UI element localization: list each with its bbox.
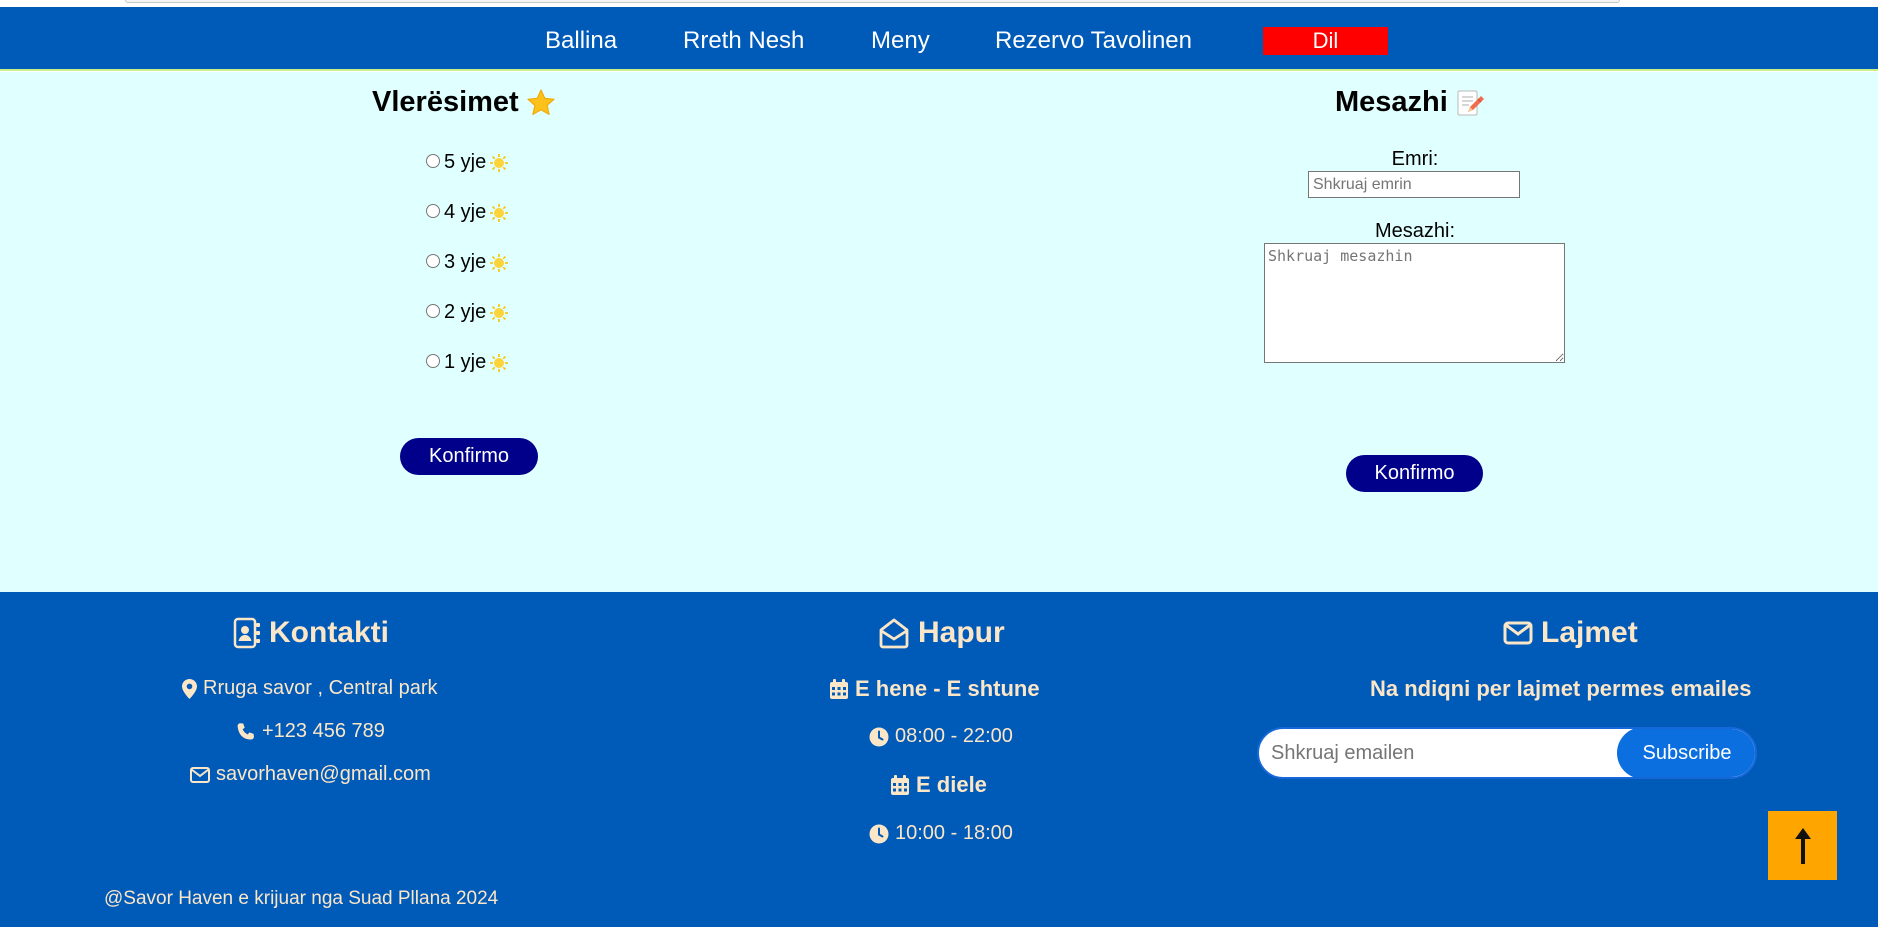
clock-icon	[869, 727, 889, 747]
clock-icon	[869, 824, 889, 844]
logout-button[interactable]: Dil	[1263, 27, 1388, 55]
name-input[interactable]	[1308, 171, 1520, 198]
rating-label-5: 5 yje	[444, 151, 487, 173]
hours-sunday-text: E diele	[916, 772, 987, 797]
ratings-title: Vlerësimet	[372, 86, 557, 119]
contact-phone: +123 456 789	[236, 720, 385, 743]
sun-icon	[489, 303, 509, 323]
contact-address-text: Rruga savor , Central park	[203, 677, 438, 699]
contact-address: Rruga savor , Central park	[182, 677, 438, 700]
rating-option-3[interactable]: 3 yje	[426, 251, 509, 274]
envelope-open-icon	[878, 617, 910, 649]
nav-link-reserve[interactable]: Rezervo Tavolinen	[995, 27, 1192, 55]
contact-title-text: Kontakti	[269, 616, 389, 649]
rating-option-5[interactable]: 5 yje	[426, 151, 509, 174]
location-pin-icon	[182, 678, 197, 699]
sun-icon	[489, 353, 509, 373]
rating-radio-2[interactable]	[426, 303, 440, 318]
rating-label-3: 3 yje	[444, 251, 487, 273]
news-tagline: Na ndiqni per lajmet permes emailes	[1370, 676, 1752, 701]
subscribe-form: Subscribe	[1257, 727, 1757, 779]
sun-icon	[489, 203, 509, 223]
news-title: Lajmet	[1503, 616, 1638, 650]
calendar-icon	[890, 774, 910, 796]
contact-title: Kontakti	[233, 616, 389, 650]
hours-sunday-time-text: 10:00 - 18:00	[895, 822, 1013, 844]
name-label: Emri:	[1391, 148, 1439, 170]
phone-icon	[236, 722, 256, 742]
contact-email: savorhaven@gmail.com	[190, 763, 431, 786]
scroll-edge	[125, 0, 1620, 3]
message-label: Mesazhi:	[1374, 220, 1456, 242]
memo-icon	[1454, 88, 1484, 118]
footer: Kontakti Rruga savor , Central park +123…	[0, 592, 1878, 927]
nav-link-menu[interactable]: Meny	[871, 27, 930, 55]
sun-icon	[489, 153, 509, 173]
rating-radio-1[interactable]	[426, 353, 440, 368]
rating-option-2[interactable]: 2 yje	[426, 301, 509, 324]
nav-link-home[interactable]: Ballina	[545, 27, 617, 55]
rating-label-1: 1 yje	[444, 351, 487, 373]
browser-top-strip	[0, 0, 1878, 7]
rating-radio-4[interactable]	[426, 203, 440, 218]
rating-label-2: 2 yje	[444, 301, 487, 323]
address-book-icon	[233, 617, 261, 649]
hours-weekdays-time: 08:00 - 22:00	[869, 725, 1013, 748]
rating-confirm-button[interactable]: Konfirmo	[400, 438, 538, 475]
rating-option-1[interactable]: 1 yje	[426, 351, 509, 374]
rating-radio-3[interactable]	[426, 253, 440, 268]
news-title-text: Lajmet	[1541, 616, 1638, 649]
main-content: Vlerësimet 5 yje 4 yje 3 yje 2 yje 1 yje…	[0, 72, 1878, 592]
rating-option-4[interactable]: 4 yje	[426, 201, 509, 224]
message-textarea[interactable]	[1264, 243, 1565, 363]
calendar-icon	[829, 678, 849, 700]
hours-sunday-time: 10:00 - 18:00	[869, 822, 1013, 845]
rating-radio-5[interactable]	[426, 153, 440, 168]
hours-weekdays: E hene - E shtune	[829, 676, 1040, 702]
contact-email-text: savorhaven@gmail.com	[216, 763, 431, 785]
hours-sunday: E diele	[890, 772, 987, 798]
star-icon	[525, 87, 557, 119]
navbar: Ballina Rreth Nesh Meny Rezervo Tavoline…	[0, 7, 1878, 71]
message-confirm-button[interactable]: Konfirmo	[1346, 455, 1483, 492]
back-to-top-button[interactable]	[1768, 811, 1837, 880]
copyright-text: @Savor Haven e krijuar nga Suad Pllana 2…	[104, 888, 499, 909]
hours-title: Hapur	[878, 616, 1005, 650]
subscribe-email-input[interactable]	[1271, 729, 1621, 777]
arrow-up-icon	[1792, 826, 1814, 866]
hours-title-text: Hapur	[918, 616, 1005, 649]
hours-weekdays-time-text: 08:00 - 22:00	[895, 725, 1013, 747]
message-title-text: Mesazhi	[1335, 86, 1448, 118]
nav-link-about[interactable]: Rreth Nesh	[683, 27, 804, 55]
sun-icon	[489, 253, 509, 273]
hours-weekdays-text: E hene - E shtune	[855, 676, 1040, 701]
ratings-title-text: Vlerësimet	[372, 86, 519, 118]
subscribe-button[interactable]: Subscribe	[1617, 729, 1755, 777]
envelope-icon	[190, 766, 210, 783]
rating-label-4: 4 yje	[444, 201, 487, 223]
envelope-icon	[1503, 621, 1533, 645]
contact-phone-text: +123 456 789	[262, 720, 385, 742]
message-title: Mesazhi	[1335, 86, 1484, 119]
